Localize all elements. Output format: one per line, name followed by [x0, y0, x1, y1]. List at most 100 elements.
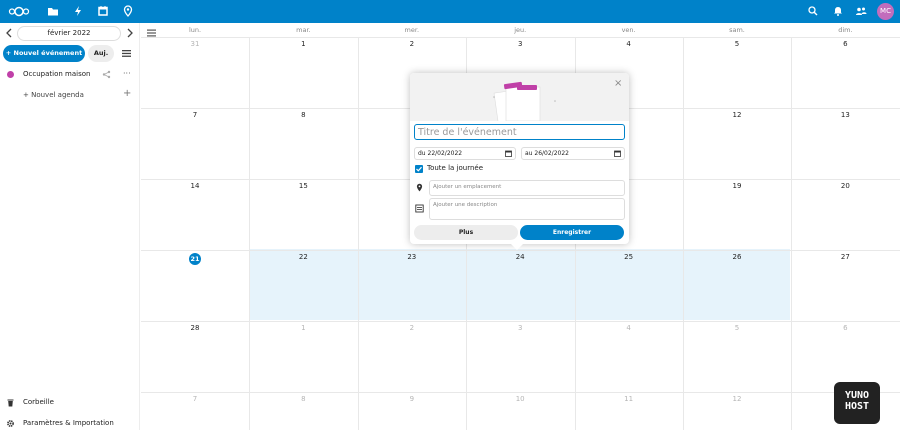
day-number[interactable]: 25	[575, 253, 683, 261]
save-button[interactable]: Enregistrer	[520, 225, 624, 240]
day-number[interactable]: 24	[466, 253, 574, 261]
previous-month-button[interactable]	[2, 26, 17, 41]
new-event-button[interactable]: + Nouvel événement	[3, 45, 85, 62]
end-date-field[interactable]: au 26/02/2022	[521, 147, 625, 160]
weekday-header: mar.	[296, 26, 311, 34]
calendar-color-dot[interactable]	[7, 71, 14, 78]
today-marker[interactable]: 21	[189, 253, 201, 265]
calendar-icon[interactable]	[96, 4, 110, 18]
calendar-list-item[interactable]: Occupation maison ···	[0, 67, 140, 83]
day-number[interactable]: 23	[358, 253, 466, 261]
checkmark-icon	[416, 166, 422, 172]
gear-icon	[7, 420, 14, 427]
grid-line	[249, 37, 251, 430]
day-number[interactable]: 10	[466, 395, 574, 403]
day-number[interactable]: 14	[141, 182, 249, 190]
new-agenda-link[interactable]: + Nouvel agenda	[23, 91, 84, 99]
day-number[interactable]: 8	[249, 111, 357, 119]
day-number[interactable]: 8	[249, 395, 357, 403]
grid-line	[141, 250, 900, 251]
day-number[interactable]: 3	[466, 324, 574, 332]
chevron-left-icon	[6, 28, 12, 38]
start-date-value: du 22/02/2022	[418, 150, 463, 157]
sidebar: février 2022 + Nouvel événement Auj. Occ…	[0, 23, 140, 430]
contacts-icon[interactable]	[854, 4, 868, 18]
location-input[interactable]: Ajouter un emplacement	[429, 180, 625, 196]
day-number[interactable]: 4	[575, 40, 683, 48]
day-number[interactable]: 28	[141, 324, 249, 332]
search-icon[interactable]	[806, 4, 820, 18]
trash-item[interactable]: Corbeille	[0, 396, 140, 412]
avatar[interactable]: MC	[877, 3, 894, 20]
day-number[interactable]: 15	[249, 182, 357, 190]
end-date-value: au 26/02/2022	[525, 150, 569, 157]
day-number[interactable]: 5	[683, 40, 791, 48]
calendar-name: Occupation maison	[23, 70, 91, 78]
day-number[interactable]: 6	[791, 324, 899, 332]
files-icon[interactable]	[46, 4, 60, 18]
day-number[interactable]: 20	[791, 182, 899, 190]
day-number[interactable]: 12	[683, 111, 791, 119]
day-number[interactable]: 11	[575, 395, 683, 403]
calendar-picker-icon[interactable]	[614, 150, 621, 157]
weekday-header: mer.	[404, 26, 420, 34]
location-icon	[416, 183, 423, 192]
all-day-checkbox[interactable]	[415, 165, 423, 173]
day-number[interactable]: 2	[358, 40, 466, 48]
weekday-header: dim.	[838, 26, 853, 34]
day-number[interactable]: 5	[683, 324, 791, 332]
new-event-popover: × Titre de l'événement du 22/02/2022 au …	[410, 73, 629, 250]
weekday-header: sam.	[729, 26, 745, 34]
yunohost-logo[interactable]: YUNO HOST	[834, 382, 880, 424]
next-month-button[interactable]	[123, 26, 138, 41]
nextcloud-logo-icon[interactable]	[8, 6, 30, 17]
yunohost-logo-line1: YUNO	[844, 390, 870, 401]
day-number[interactable]: 6	[791, 40, 899, 48]
top-bar: MC	[0, 0, 900, 23]
day-number[interactable]: 2	[358, 324, 466, 332]
day-number[interactable]: 1	[249, 40, 357, 48]
day-number[interactable]: 27	[791, 253, 899, 261]
notifications-icon[interactable]	[831, 4, 845, 18]
day-number[interactable]: 3	[466, 40, 574, 48]
close-icon[interactable]: ×	[614, 78, 622, 89]
more-button[interactable]: Plus	[414, 225, 518, 240]
maps-icon[interactable]	[121, 4, 135, 18]
day-number[interactable]: 4	[575, 324, 683, 332]
day-number[interactable]: 7	[141, 395, 249, 403]
day-number[interactable]: 7	[141, 111, 249, 119]
chevron-right-icon	[127, 28, 133, 38]
all-day-label[interactable]: Toute la journée	[427, 164, 483, 172]
trash-label: Corbeille	[23, 398, 54, 406]
add-agenda-icon[interactable]: +	[123, 88, 131, 99]
clipboard-illustration-icon	[493, 81, 556, 121]
day-number[interactable]: 12	[683, 395, 791, 403]
yunohost-logo-line2: HOST	[844, 401, 870, 412]
description-icon	[415, 204, 424, 213]
popover-header	[410, 73, 629, 121]
day-number[interactable]: 31	[141, 40, 249, 48]
calendar-more-button[interactable]: ···	[123, 69, 131, 78]
settings-item[interactable]: Paramètres & Importation	[0, 417, 140, 430]
today-button[interactable]: Auj.	[88, 45, 114, 62]
day-number[interactable]: 9	[358, 395, 466, 403]
start-date-field[interactable]: du 22/02/2022	[414, 147, 516, 160]
day-number[interactable]: 1	[249, 324, 357, 332]
event-title-input[interactable]: Titre de l'événement	[414, 124, 625, 140]
share-icon[interactable]	[102, 70, 111, 79]
settings-label: Paramètres & Importation	[23, 419, 114, 427]
activity-icon[interactable]	[71, 4, 85, 18]
view-switch-icon[interactable]	[121, 48, 132, 59]
description-input[interactable]: Ajouter une description	[429, 198, 625, 220]
day-number[interactable]: 26	[683, 253, 791, 261]
grid-line	[357, 37, 359, 430]
month-picker-button[interactable]: février 2022	[17, 26, 121, 41]
calendar-picker-icon[interactable]	[505, 150, 512, 157]
day-number[interactable]: 13	[791, 111, 899, 119]
day-number[interactable]: 19	[683, 182, 791, 190]
trash-icon	[7, 399, 14, 407]
weekday-header: ven.	[621, 26, 636, 34]
grid-line	[141, 37, 900, 38]
day-number[interactable]: 22	[249, 253, 357, 261]
weekday-header: jeu.	[514, 26, 527, 34]
